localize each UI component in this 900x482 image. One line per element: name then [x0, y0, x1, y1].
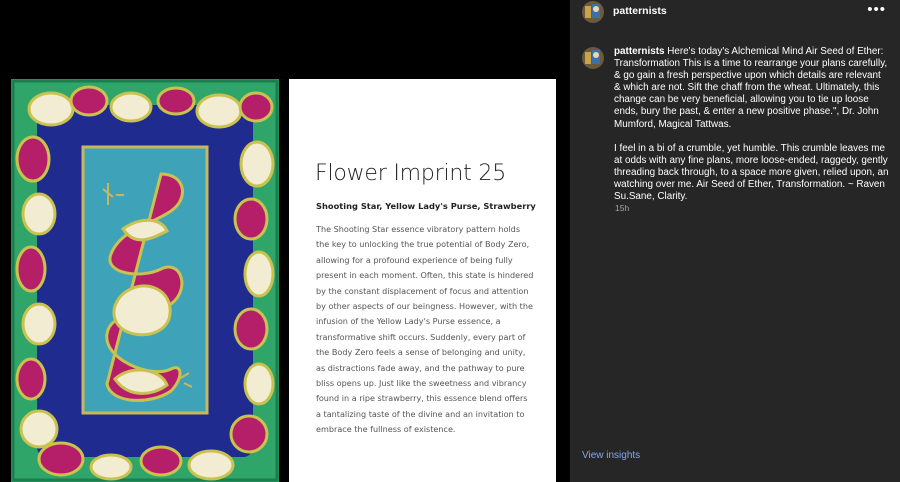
card-title: Flower Imprint 25 [315, 161, 506, 186]
caption-text: Here's today's Alchemical Mind Air Seed … [614, 46, 890, 130]
post-timestamp[interactable]: 15h [615, 203, 629, 213]
caption-paragraph: I feel in a bi of a crumble, yet humble.… [614, 142, 892, 203]
text-card: Flower Imprint 25 Shooting Star, Yellow … [289, 79, 556, 482]
card-subtitle: Shooting Star, Yellow Lady's Purse, Stra… [316, 201, 536, 211]
caption-username[interactable]: patternists [614, 46, 664, 57]
comments-panel: patternists ••• patternists Here's today… [570, 0, 900, 482]
post-caption: patternists Here's today's Alchemical Mi… [614, 46, 890, 215]
post-media: Flower Imprint 25 Shooting Star, Yellow … [0, 0, 570, 482]
header-username[interactable]: patternists [613, 5, 667, 17]
post-header: patternists ••• [570, 0, 900, 26]
caption-paragraph: patternists Here's today's Alchemical Mi… [614, 46, 890, 131]
avatar[interactable] [582, 1, 604, 23]
artwork-image [11, 79, 279, 482]
card-body: The Shooting Star essence vibratory patt… [316, 224, 534, 435]
avatar[interactable] [582, 47, 604, 69]
action-bar [582, 478, 888, 482]
more-options-icon[interactable]: ••• [867, 1, 886, 18]
view-insights-link[interactable]: View insights [582, 450, 640, 461]
